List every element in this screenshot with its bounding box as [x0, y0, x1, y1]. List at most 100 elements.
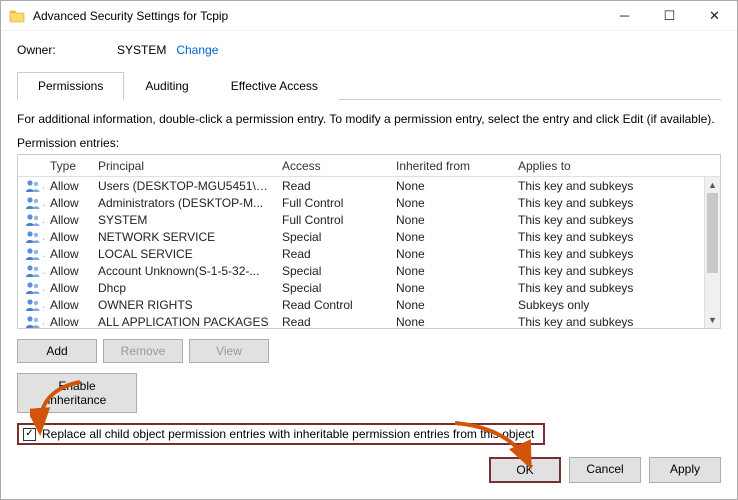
cell-type: Allow	[44, 296, 92, 314]
principal-icon	[18, 295, 44, 314]
table-row[interactable]: AllowAccount Unknown(S-1-5-32-...Special…	[18, 262, 704, 279]
cell-access: Full Control	[276, 194, 390, 212]
cell-applies: This key and subkeys	[512, 177, 704, 195]
cell-access: Read	[276, 177, 390, 195]
table-row[interactable]: AllowLOCAL SERVICEReadNoneThis key and s…	[18, 245, 704, 262]
cell-inherited: None	[390, 313, 512, 329]
add-button[interactable]: Add	[17, 339, 97, 363]
cell-access: Read	[276, 313, 390, 329]
header-applies[interactable]: Applies to	[512, 157, 720, 175]
principal-icon	[18, 244, 44, 263]
cell-inherited: None	[390, 279, 512, 297]
cancel-button[interactable]: Cancel	[569, 457, 641, 483]
cell-type: Allow	[44, 194, 92, 212]
scrollbar[interactable]: ▲ ▼	[704, 177, 720, 328]
replace-children-checkbox-row[interactable]: ✓ Replace all child object permission en…	[17, 423, 545, 445]
minimize-button[interactable]: ─	[602, 2, 647, 30]
tab-effective-access[interactable]: Effective Access	[210, 72, 339, 100]
principal-icon	[18, 210, 44, 229]
table-row[interactable]: AllowNETWORK SERVICESpecialNoneThis key …	[18, 228, 704, 245]
cell-type: Allow	[44, 211, 92, 229]
cell-inherited: None	[390, 245, 512, 263]
cell-principal: SYSTEM	[92, 211, 276, 229]
cell-inherited: None	[390, 228, 512, 246]
content-area: Owner: SYSTEM Change Permissions Auditin…	[1, 31, 737, 499]
owner-row: Owner: SYSTEM Change	[17, 43, 721, 57]
cell-type: Allow	[44, 262, 92, 280]
principal-icon	[18, 227, 44, 246]
cell-access: Special	[276, 228, 390, 246]
cell-principal: Dhcp	[92, 279, 276, 297]
principal-icon	[18, 193, 44, 212]
cell-access: Special	[276, 279, 390, 297]
view-button[interactable]: View	[189, 339, 269, 363]
cell-type: Allow	[44, 228, 92, 246]
folder-icon	[9, 9, 25, 23]
header-access[interactable]: Access	[276, 157, 390, 175]
cell-inherited: None	[390, 262, 512, 280]
cell-applies: This key and subkeys	[512, 279, 704, 297]
scroll-thumb[interactable]	[707, 193, 718, 273]
entry-buttons: Add Remove View	[17, 339, 721, 363]
footer-buttons: OK Cancel Apply	[17, 457, 721, 483]
cell-access: Read Control	[276, 296, 390, 314]
cell-applies: This key and subkeys	[512, 245, 704, 263]
entries-label: Permission entries:	[17, 136, 721, 150]
cell-principal: OWNER RIGHTS	[92, 296, 276, 314]
cell-principal: Administrators (DESKTOP-M...	[92, 194, 276, 212]
scroll-down-icon[interactable]: ▼	[705, 312, 720, 328]
cell-principal: Account Unknown(S-1-5-32-...	[92, 262, 276, 280]
table-row[interactable]: AllowOWNER RIGHTSRead ControlNoneSubkeys…	[18, 296, 704, 313]
permissions-table: Type Principal Access Inherited from App…	[17, 154, 721, 329]
table-row[interactable]: AllowAdministrators (DESKTOP-M...Full Co…	[18, 194, 704, 211]
cell-applies: This key and subkeys	[512, 313, 704, 329]
principal-icon	[18, 312, 44, 328]
header-type[interactable]: Type	[44, 157, 92, 175]
cell-type: Allow	[44, 313, 92, 329]
table-row[interactable]: AllowSYSTEMFull ControlNoneThis key and …	[18, 211, 704, 228]
cell-principal: ALL APPLICATION PACKAGES	[92, 313, 276, 329]
cell-principal: LOCAL SERVICE	[92, 245, 276, 263]
tab-bar: Permissions Auditing Effective Access	[17, 71, 721, 100]
cell-access: Read	[276, 245, 390, 263]
close-button[interactable]: ✕	[692, 2, 737, 30]
scroll-up-icon[interactable]: ▲	[705, 177, 720, 193]
cell-applies: This key and subkeys	[512, 211, 704, 229]
cell-applies: Subkeys only	[512, 296, 704, 314]
header-inherited[interactable]: Inherited from	[390, 157, 512, 175]
cell-type: Allow	[44, 177, 92, 195]
window: Advanced Security Settings for Tcpip ─ ☐…	[0, 0, 738, 500]
cell-inherited: None	[390, 296, 512, 314]
owner-value: SYSTEM	[117, 43, 166, 57]
instructions-text: For additional information, double-click…	[17, 112, 721, 126]
cell-applies: This key and subkeys	[512, 262, 704, 280]
cell-inherited: None	[390, 177, 512, 195]
ok-button[interactable]: OK	[489, 457, 561, 483]
tab-auditing[interactable]: Auditing	[124, 72, 209, 100]
cell-principal: Users (DESKTOP-MGU5451\U...	[92, 177, 276, 195]
cell-applies: This key and subkeys	[512, 194, 704, 212]
maximize-button[interactable]: ☐	[647, 2, 692, 30]
titlebar: Advanced Security Settings for Tcpip ─ ☐…	[1, 1, 737, 31]
cell-applies: This key and subkeys	[512, 228, 704, 246]
cell-access: Full Control	[276, 211, 390, 229]
header-principal[interactable]: Principal	[92, 157, 276, 175]
cell-type: Allow	[44, 279, 92, 297]
table-header: Type Principal Access Inherited from App…	[18, 155, 720, 177]
enable-inheritance-button[interactable]: Enable inheritance	[17, 373, 137, 413]
table-row[interactable]: AllowALL APPLICATION PACKAGESReadNoneThi…	[18, 313, 704, 328]
remove-button[interactable]: Remove	[103, 339, 183, 363]
cell-inherited: None	[390, 211, 512, 229]
owner-change-link[interactable]: Change	[176, 43, 218, 57]
table-row[interactable]: AllowUsers (DESKTOP-MGU5451\U...ReadNone…	[18, 177, 704, 194]
cell-inherited: None	[390, 194, 512, 212]
owner-label: Owner:	[17, 43, 117, 57]
table-row[interactable]: AllowDhcpSpecialNoneThis key and subkeys	[18, 279, 704, 296]
principal-icon	[18, 261, 44, 280]
window-title: Advanced Security Settings for Tcpip	[33, 9, 602, 23]
table-body: AllowUsers (DESKTOP-MGU5451\U...ReadNone…	[18, 177, 720, 328]
tab-permissions[interactable]: Permissions	[17, 72, 124, 100]
checkbox-icon[interactable]: ✓	[23, 428, 36, 441]
apply-button[interactable]: Apply	[649, 457, 721, 483]
checkbox-label: Replace all child object permission entr…	[42, 427, 534, 441]
